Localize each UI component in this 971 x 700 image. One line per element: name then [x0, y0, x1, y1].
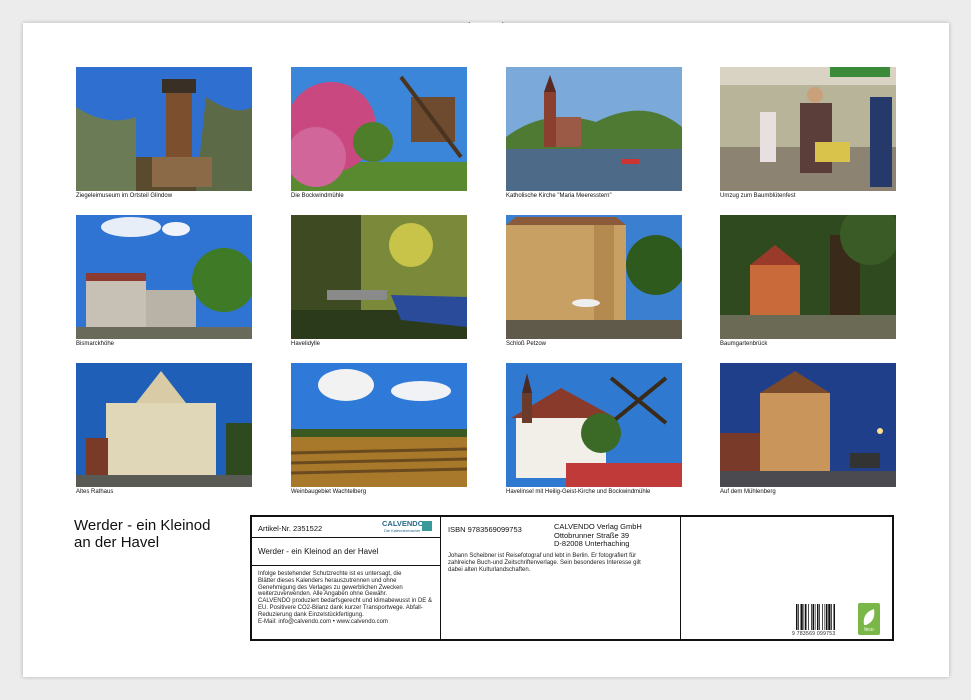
photo-havelinsel — [506, 363, 682, 487]
caption-weinbaugebiet: Weinbaugebiet Wachtelberg — [291, 489, 367, 495]
isbn: ISBN 9783569099753 — [448, 525, 522, 534]
legal-line: E-Mail: info@calvendo.com • www.calvendo… — [258, 618, 388, 625]
divider — [252, 537, 440, 538]
caption-schloss-petzow: Schloß Petzow — [506, 341, 547, 347]
calvendo-tagline: Die Kalendermacher — [384, 528, 421, 533]
caption-bismarckhoehe: Bismarckhöhe — [76, 341, 115, 347]
caption-baumbluetenfest: Umzug zum Baumblütenfest — [720, 193, 796, 199]
photo-havelidylle — [291, 215, 467, 339]
legal-line: Blätter dieses Kalenders herauszutrennen… — [258, 577, 397, 584]
photo-altes-rathaus — [76, 363, 252, 487]
caption-bockwindmuehle: Die Bockwindmühle — [291, 193, 344, 199]
legal-notice: Infolge bestehender Schutzrechte ist es … — [258, 571, 436, 625]
photo-maria-meeresstern — [506, 67, 682, 191]
product-title: Werder - ein Kleinod an der Havel — [258, 547, 379, 556]
photo-weinbaugebiet — [291, 363, 467, 487]
caption-altes-rathaus: Altes Rathaus — [76, 489, 114, 495]
caption-havelidylle: Havelidylle — [291, 341, 321, 347]
eco-leaf-icon: feco — [858, 603, 880, 635]
legal-line: EU. Positivere CO2-Bilanz dank kurzer Tr… — [258, 604, 423, 611]
legal-line: Reduzierung dank Einzelstückfertigung. — [258, 611, 364, 618]
divider — [252, 565, 440, 566]
article-number: Artikel-Nr. 2351522 — [258, 524, 323, 533]
photo-bismarckhoehe — [76, 215, 252, 339]
publisher-line: D-82008 Unterhaching — [554, 539, 630, 548]
bio-line: zahlreiche Buch-und Zeitschriftenverlage… — [448, 559, 641, 566]
divider — [680, 517, 681, 639]
legal-line: weiterzuverwenden. Alle Angaben ohne Gew… — [258, 591, 388, 598]
photo-baumgartenbrueck — [720, 215, 896, 339]
divider — [440, 517, 441, 639]
caption-ziegeleimuseum: Ziegeleimuseum im Ortsteil Glindow — [76, 193, 173, 199]
author-bio: Johann Scheibner ist Reisefotograf und l… — [448, 553, 676, 573]
barcode-number: 9 783569 099753 — [792, 631, 836, 637]
calvendo-logo: CALVENDO — [382, 519, 424, 528]
photo-ziegeleimuseum — [76, 67, 252, 191]
bio-line: dabei alten Kulturlandschaften. — [448, 566, 531, 573]
photo-muehlenberg — [720, 363, 896, 487]
calendar-title-line-2: an der Havel — [74, 534, 160, 551]
photo-baumbluetenfest — [720, 67, 896, 191]
photo-schloss-petzow — [506, 215, 682, 339]
eco-label: feco — [864, 627, 874, 633]
product-info-box: Artikel-Nr. 2351522 CALVENDO Die Kalende… — [250, 515, 894, 641]
caption-havelinsel: Havelinsel mit Heilig-Geist-Kirche und B… — [506, 489, 651, 495]
caption-muehlenberg: Auf dem Mühlenberg — [720, 489, 776, 495]
legal-line: Infolge bestehender Schutzrechte ist es … — [258, 571, 402, 577]
legal-line: CALVENDO produziert bedarfsgerecht und k… — [258, 598, 432, 605]
publisher-address: CALVENDO Verlag GmbH Ottobrunner Straße 3… — [554, 522, 642, 549]
calendar-title: Werder - ein Kleinod an der Havel — [74, 517, 210, 551]
barcode — [796, 604, 835, 630]
calvendo-logo-icon — [422, 521, 432, 531]
legal-line: Genehmigung des Verlages zu gewerblichen… — [258, 584, 403, 591]
bio-line: Johann Scheibner ist Reisefotograf und l… — [448, 553, 637, 559]
caption-maria-meeresstern: Katholische Kirche "Maria Meeresstern" — [506, 193, 612, 199]
photo-bockwindmuehle — [291, 67, 467, 191]
caption-baumgartenbrueck: Baumgartenbrück — [720, 341, 768, 347]
calendar-title-line-1: Werder - ein Kleinod — [74, 517, 211, 534]
